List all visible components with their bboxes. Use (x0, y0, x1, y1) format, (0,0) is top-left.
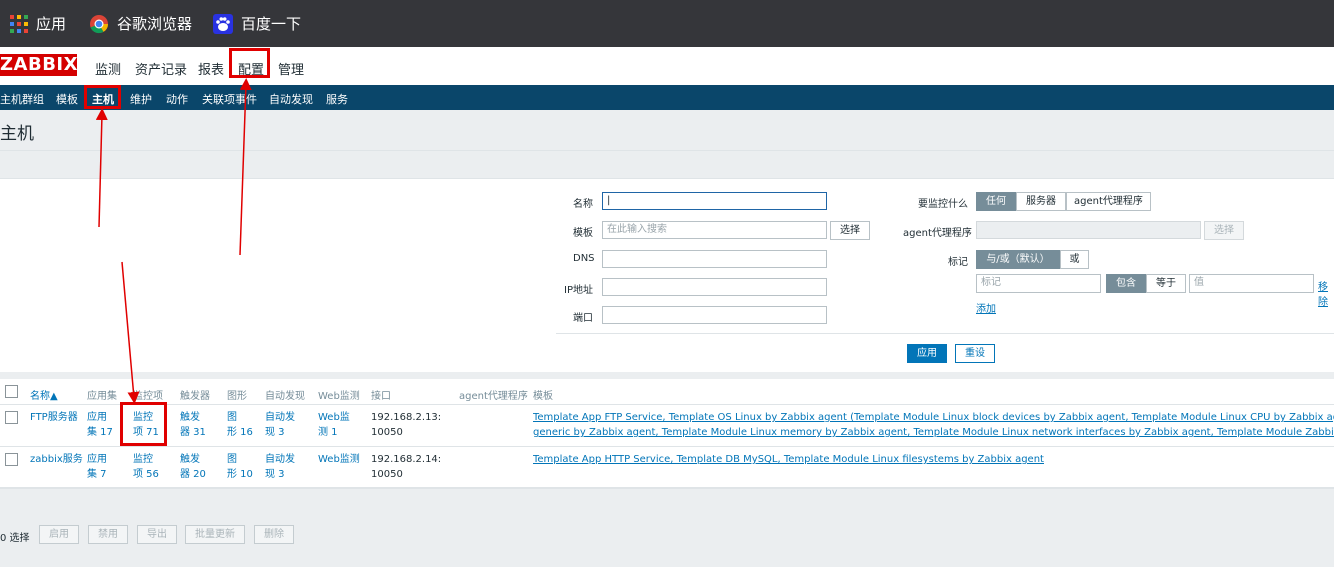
arrow-to-configuration (239, 78, 252, 256)
arrow-to-hosts (95, 108, 108, 228)
annotation-arrows (95, 78, 252, 404)
arrow-to-items (121, 261, 140, 404)
